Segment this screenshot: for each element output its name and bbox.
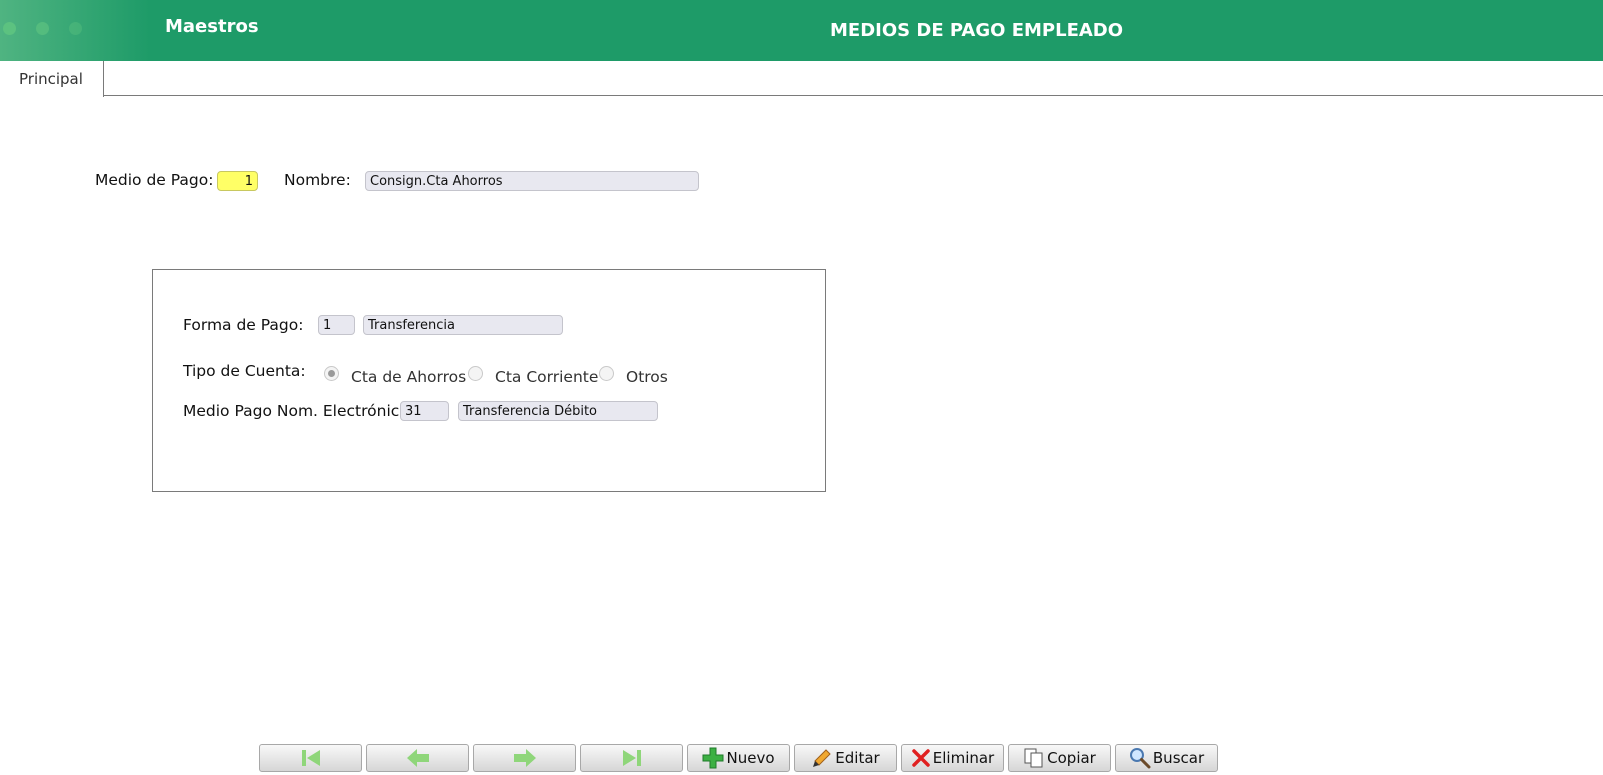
copy-icon [1024, 748, 1043, 768]
copiar-label: Copiar [1047, 749, 1096, 767]
tipo-cuenta-label: Tipo de Cuenta: [183, 362, 306, 380]
window-dot-1[interactable] [3, 22, 16, 35]
nombre-input[interactable]: Consign.Cta Ahorros [365, 171, 699, 191]
forma-pago-desc-field: Transferencia [363, 315, 563, 335]
first-record-button[interactable] [259, 744, 362, 772]
first-record-icon [301, 750, 320, 766]
eliminar-label: Eliminar [932, 749, 995, 767]
previous-record-icon [406, 749, 429, 767]
radio-cta-corriente-label[interactable]: Cta Corriente [495, 368, 598, 386]
pencil-icon [813, 749, 831, 767]
title-bar: Maestros MEDIOS DE PAGO EMPLEADO [0, 0, 1603, 61]
nuevo-label: Nuevo [726, 749, 775, 767]
tab-principal[interactable]: Principal [0, 61, 104, 97]
editar-button[interactable]: Editar [794, 744, 897, 772]
search-icon [1129, 748, 1151, 769]
radio-cta-ahorros-label[interactable]: Cta de Ahorros [351, 368, 466, 386]
forma-pago-label: Forma de Pago: [183, 316, 304, 334]
medio-pago-label: Medio de Pago: [95, 171, 214, 189]
radio-cta-ahorros[interactable] [324, 366, 339, 381]
next-record-icon [513, 749, 536, 767]
nuevo-button[interactable]: Nuevo [687, 744, 790, 772]
buscar-button[interactable]: Buscar [1115, 744, 1218, 772]
eliminar-button[interactable]: Eliminar [901, 744, 1004, 772]
last-record-button[interactable] [580, 744, 683, 772]
delete-x-icon [912, 749, 930, 767]
forma-pago-code-input[interactable]: 1 [318, 315, 355, 335]
payment-details-group: Forma de Pago: 1 Transferencia Tipo de C… [152, 269, 826, 492]
editar-label: Editar [835, 749, 880, 767]
next-record-button[interactable] [473, 744, 576, 772]
last-record-icon [622, 750, 641, 766]
window-dot-2[interactable] [36, 22, 49, 35]
copiar-button[interactable]: Copiar [1008, 744, 1111, 772]
tab-bar: Principal [0, 61, 1603, 97]
medio-electronico-code-input[interactable]: 31 [400, 401, 449, 421]
radio-otros[interactable] [599, 366, 614, 381]
nombre-label: Nombre: [284, 171, 351, 189]
page-title: MEDIOS DE PAGO EMPLEADO [830, 20, 1124, 41]
medio-electronico-desc-field: Transferencia Débito [458, 401, 658, 421]
previous-record-button[interactable] [366, 744, 469, 772]
radio-otros-label[interactable]: Otros [626, 368, 668, 386]
radio-cta-corriente[interactable] [468, 366, 483, 381]
medio-pago-input[interactable]: 1 [217, 171, 258, 191]
window-dot-3[interactable] [69, 22, 82, 35]
buscar-label: Buscar [1152, 749, 1205, 767]
medio-electronico-label: Medio Pago Nom. Electrónica: [183, 402, 415, 420]
plus-icon [702, 747, 724, 769]
app-name: Maestros [165, 16, 259, 37]
